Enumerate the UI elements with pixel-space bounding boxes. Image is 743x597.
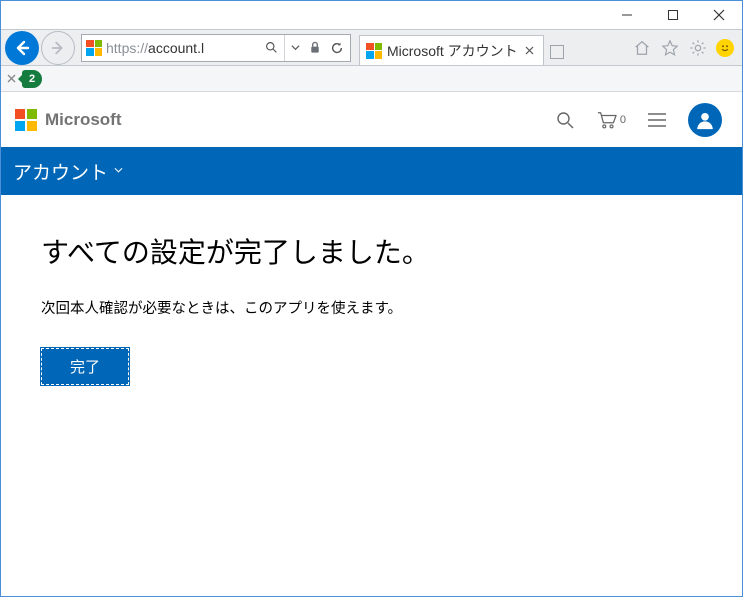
tab-favicon [366, 43, 382, 59]
section-title: アカウント [13, 158, 108, 185]
back-button[interactable] [5, 31, 39, 65]
refresh-icon[interactable] [328, 37, 346, 59]
main-content: すべての設定が完了しました。 次回本人確認が必要なときは、このアプリを使えます。… [1, 195, 742, 421]
microsoft-logo-icon [15, 109, 37, 131]
maximize-button[interactable] [650, 1, 696, 29]
address-bar[interactable]: https://account.l [81, 34, 351, 62]
avatar[interactable] [688, 103, 722, 137]
header-search-icon[interactable] [554, 109, 576, 131]
settings-gear-icon[interactable] [688, 38, 708, 58]
extension-badge[interactable]: 2 [22, 70, 42, 88]
window-titlebar [1, 1, 742, 29]
dropdown-icon[interactable] [284, 35, 302, 61]
browser-right-icons [632, 38, 738, 58]
done-button[interactable]: 完了 [41, 348, 129, 385]
page-content: Microsoft 0 アカウント すべての設定が完 [1, 92, 742, 421]
section-nav[interactable]: アカウント [1, 147, 742, 195]
close-window-button[interactable] [696, 1, 742, 29]
minimize-button[interactable] [604, 1, 650, 29]
extension-toolbar: 2 [1, 66, 742, 92]
chevron-down-icon [114, 166, 123, 177]
site-favicon [86, 40, 102, 56]
cart-icon [596, 109, 618, 131]
search-icon[interactable] [262, 37, 280, 59]
lock-icon[interactable] [306, 37, 324, 59]
header-actions: 0 [554, 103, 722, 137]
url-text: https://account.l [106, 40, 258, 56]
brand[interactable]: Microsoft [15, 109, 122, 131]
browser-tab[interactable]: Microsoft アカウント [359, 35, 544, 65]
tab-title: Microsoft アカウント [387, 41, 518, 61]
page-subtext: 次回本人確認が必要なときは、このアプリを使えます。 [41, 297, 702, 318]
close-tab-icon[interactable] [523, 44, 537, 58]
forward-button [41, 31, 75, 65]
page-headline: すべての設定が完了しました。 [41, 231, 702, 271]
brand-text: Microsoft [45, 110, 122, 130]
browser-chrome: https://account.l Microsoft アカウント [1, 29, 742, 66]
feedback-smiley-icon[interactable] [716, 39, 734, 57]
site-header: Microsoft 0 [1, 92, 742, 147]
new-tab-button[interactable] [550, 45, 564, 59]
cart-button[interactable]: 0 [596, 109, 626, 131]
close-toolbar-icon[interactable] [7, 72, 16, 86]
cart-count: 0 [620, 114, 626, 126]
hamburger-menu-icon[interactable] [646, 109, 668, 131]
home-icon[interactable] [632, 38, 652, 58]
tab-strip: Microsoft アカウント [359, 30, 630, 65]
favorites-icon[interactable] [660, 38, 680, 58]
